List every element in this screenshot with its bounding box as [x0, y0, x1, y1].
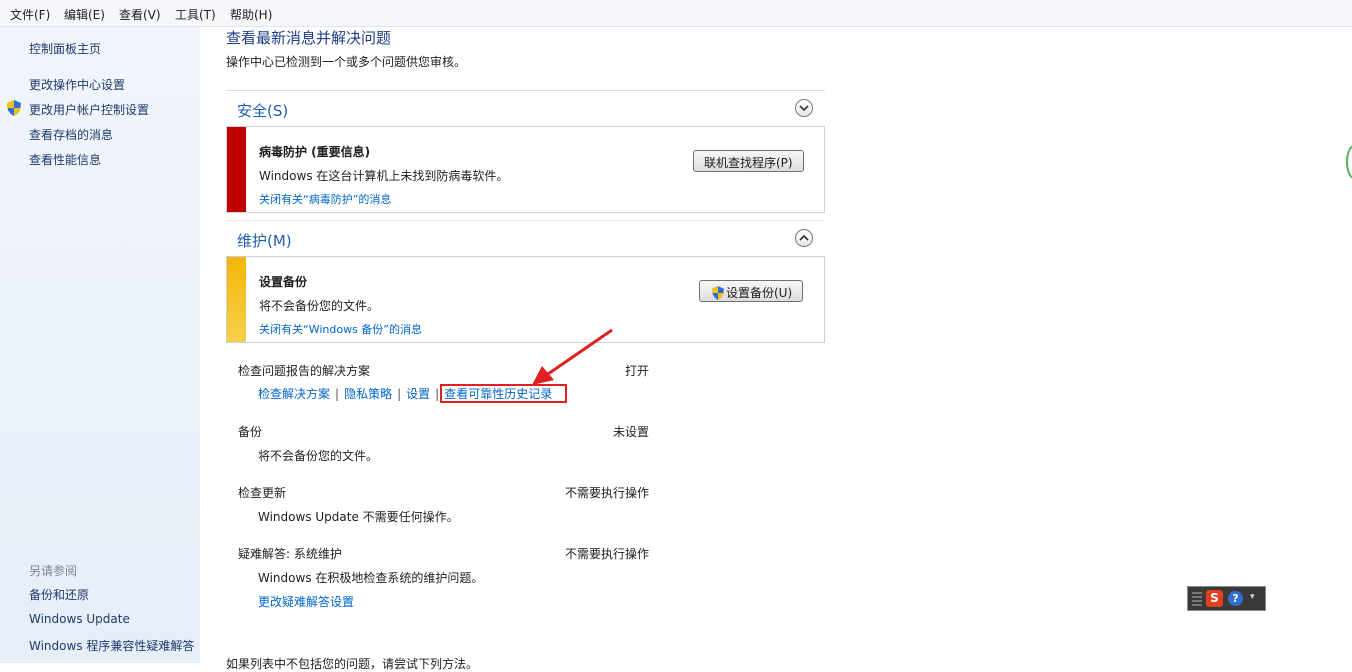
change-troubleshooting-settings-link[interactable]: 更改疑难解答设置	[258, 593, 354, 610]
sidebar-link-performance-info[interactable]: 查看性能信息	[29, 151, 101, 168]
uac-shield-icon	[7, 100, 21, 116]
more-options-text: 如果列表中不包括您的问题，请尝试下列方法。	[226, 657, 479, 671]
see-also-compat-troubleshooter[interactable]: Windows 程序兼容性疑难解答	[29, 637, 194, 654]
uac-shield-icon	[712, 286, 724, 300]
menu-file[interactable]: 文件(F)	[10, 6, 50, 23]
security-section-title: 安全(S)	[237, 102, 289, 120]
ime-toolbar[interactable]: S ? ▾	[1187, 586, 1266, 611]
backup-card-title: 设置备份	[259, 275, 308, 289]
maintenance-section-title: 维护(M)	[237, 232, 292, 250]
sidebar-link-control-panel-home[interactable]: 控制面板主页	[29, 40, 101, 57]
drag-handle-icon[interactable]	[1192, 592, 1202, 606]
help-icon[interactable]: ?	[1228, 591, 1243, 606]
check-solutions-link[interactable]: 检查解决方案	[258, 387, 330, 401]
menu-tools[interactable]: 工具(T)	[175, 6, 216, 23]
menu-bar: 文件(F) 编辑(E) 查看(V) 工具(T) 帮助(H)	[0, 0, 1352, 27]
backup-status: 未设置	[612, 425, 649, 439]
backup-card: 设置备份 将不会备份您的文件。 关闭有关“Windows 备份”的消息 设置备份…	[226, 256, 825, 343]
sogou-logo-icon[interactable]: S	[1206, 590, 1223, 607]
chevron-up-icon[interactable]	[795, 229, 813, 247]
separator: |	[435, 387, 440, 401]
see-also-windows-update[interactable]: Windows Update	[29, 612, 130, 626]
dismiss-backup-message-link[interactable]: 关闭有关“Windows 备份”的消息	[259, 321, 422, 337]
check-updates-status: 不需要执行操作	[564, 486, 649, 500]
menu-help[interactable]: 帮助(H)	[230, 6, 272, 23]
check-updates-label: 检查更新	[238, 486, 287, 500]
page-subtitle: 操作中心已检测到一个或多个问题供您审核。	[226, 55, 467, 69]
backup-detail: 将不会备份您的文件。	[258, 449, 379, 463]
virus-protection-card: 病毒防护 (重要信息) Windows 在这台计算机上未找到防病毒软件。 关闭有…	[226, 126, 825, 213]
separator: |	[335, 387, 340, 401]
virus-protection-text: Windows 在这台计算机上未找到防病毒软件。	[259, 169, 509, 183]
dismiss-virus-message-link[interactable]: 关闭有关“病毒防护”的消息	[259, 191, 391, 207]
check-updates-detail: Windows Update 不需要任何操作。	[258, 510, 459, 524]
privacy-policy-link[interactable]: 隐私策略	[344, 387, 392, 401]
see-also-backup-restore[interactable]: 备份和还原	[29, 586, 89, 603]
troubleshooting-label: 疑难解答: 系统维护	[238, 547, 342, 561]
sidebar: 控制面板主页 更改操作中心设置 更改用户帐户控制设置 查看存档的消息 查看性能信…	[0, 27, 200, 663]
security-section-header[interactable]: 安全(S)	[226, 90, 825, 127]
page-title: 查看最新消息并解决问题	[226, 29, 392, 47]
maintenance-section-header[interactable]: 维护(M)	[226, 220, 825, 257]
menu-view[interactable]: 查看(V)	[119, 6, 161, 23]
annotation-highlight-box	[440, 384, 567, 403]
sidebar-link-archived-messages[interactable]: 查看存档的消息	[29, 126, 113, 143]
alert-stripe-yellow	[227, 257, 246, 342]
main-content: 查看最新消息并解决问题 操作中心已检测到一个或多个问题供您审核。 安全(S) 病…	[200, 27, 1352, 663]
troubleshooting-status: 不需要执行操作	[564, 547, 649, 561]
setup-backup-button[interactable]: 设置备份(U)	[699, 280, 804, 302]
see-also-heading: 另请参阅	[29, 564, 78, 578]
troubleshooting-detail: Windows 在积极地检查系统的维护问题。	[258, 571, 484, 585]
backup-label: 备份	[238, 425, 263, 439]
sidebar-link-uac-settings[interactable]: 更改用户帐户控制设置	[29, 101, 149, 118]
menu-arrow-icon[interactable]: ▾	[1250, 592, 1255, 602]
chevron-down-icon[interactable]	[795, 99, 813, 117]
alert-stripe-red	[227, 127, 246, 212]
problem-reports-label: 检查问题报告的解决方案	[238, 364, 371, 378]
virus-protection-title: 病毒防护 (重要信息)	[259, 145, 371, 159]
find-program-online-button[interactable]: 联机查找程序(P)	[693, 150, 804, 172]
sidebar-link-action-center-settings[interactable]: 更改操作中心设置	[29, 76, 125, 93]
setup-backup-label: 设置备份(U)	[726, 286, 793, 300]
backup-card-text: 将不会备份您的文件。	[259, 299, 380, 313]
menu-edit[interactable]: 编辑(E)	[64, 6, 105, 23]
settings-link[interactable]: 设置	[406, 387, 430, 401]
separator: |	[397, 387, 402, 401]
problem-reports-status: 打开	[624, 364, 649, 378]
